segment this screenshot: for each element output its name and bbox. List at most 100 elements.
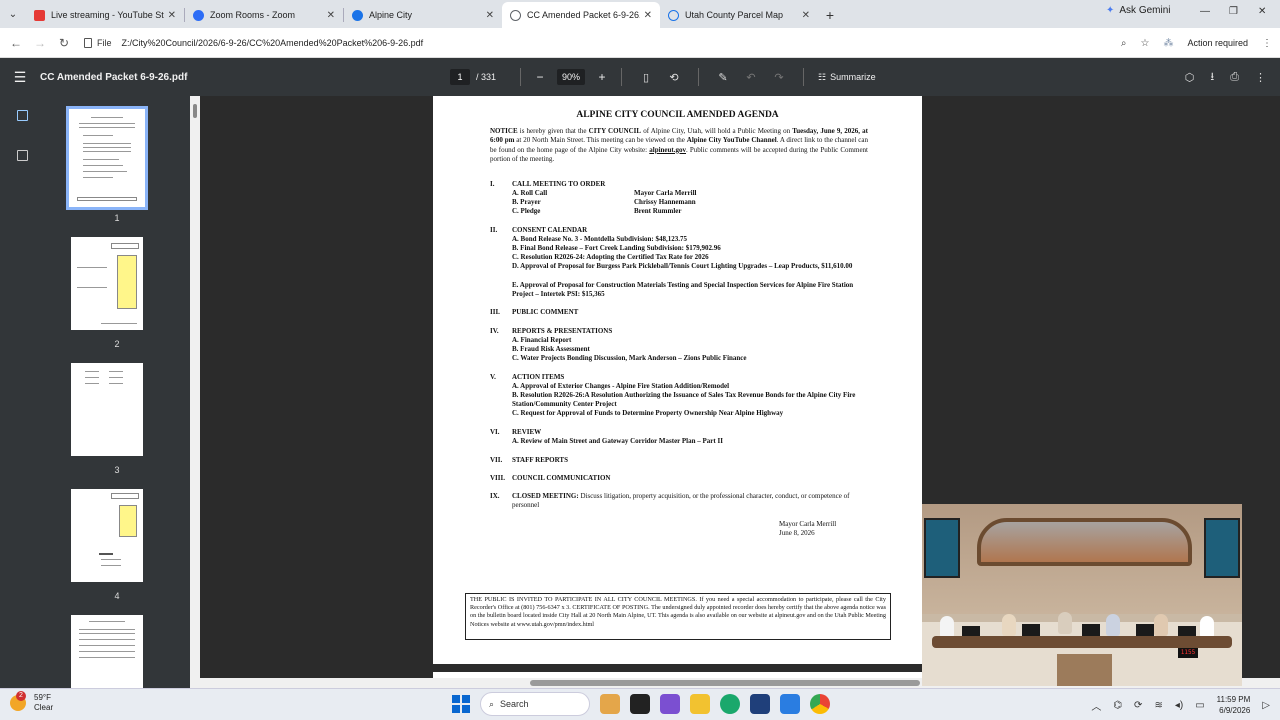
- undo-icon[interactable]: ↶: [741, 71, 761, 84]
- notice-link[interactable]: alpineut.gov: [649, 146, 686, 154]
- address-bar[interactable]: Z:/City%20Council/2026/6-9-26/CC%20Amend…: [122, 38, 424, 48]
- led-clock: 1155: [1178, 648, 1198, 658]
- sun-icon: 2: [10, 691, 26, 711]
- action-required-button[interactable]: Action required: [1187, 38, 1248, 48]
- clock-date: 6/9/2026: [1219, 706, 1251, 715]
- tab-cc-amended-packet[interactable]: CC Amended Packet 6-9-26.pdf ✕: [502, 2, 660, 28]
- wifi-icon[interactable]: ≋: [1154, 700, 1162, 711]
- section-number: VII.: [490, 456, 503, 464]
- notice-text: NOTICE: [490, 127, 518, 135]
- sidebar-rail: [0, 96, 44, 688]
- summarize-button[interactable]: ☷ Summarize: [818, 72, 876, 83]
- copilot-app-icon[interactable]: [660, 694, 680, 714]
- tab-search-dropdown-icon[interactable]: ⌄: [0, 0, 26, 28]
- download-icon[interactable]: ⭳: [1210, 68, 1214, 87]
- more-menu-icon[interactable]: ⋮: [1262, 38, 1272, 49]
- zoom-magnifier-icon[interactable]: ⌕: [1121, 38, 1127, 49]
- thumbnail-number: 2: [114, 339, 120, 349]
- file-explorer-icon[interactable]: [690, 694, 710, 714]
- page-number-input[interactable]: 1: [450, 69, 470, 85]
- back-arrow-icon[interactable]: ←: [4, 36, 28, 50]
- site-info-chip[interactable]: File: [84, 37, 112, 48]
- minimize-icon[interactable]: —: [1200, 6, 1210, 17]
- close-tab-icon[interactable]: ✕: [486, 10, 494, 21]
- restore-icon[interactable]: ❐: [1229, 6, 1238, 17]
- close-tab-icon[interactable]: ✕: [327, 10, 335, 21]
- close-tab-icon[interactable]: ✕: [168, 10, 176, 21]
- section-number: VIII.: [490, 474, 505, 482]
- sync-icon[interactable]: ⟳: [1134, 700, 1142, 711]
- widgets-app-icon[interactable]: [600, 694, 620, 714]
- system-clock[interactable]: 11:59 PM 6/9/2026: [1217, 694, 1251, 716]
- close-tab-icon[interactable]: ✕: [802, 10, 810, 21]
- battery-icon[interactable]: ▭: [1195, 700, 1204, 711]
- closed-meeting-text: CLOSED MEETING: Discuss litigation, prop…: [512, 492, 868, 510]
- page-thumbnail[interactable]: [71, 237, 143, 330]
- zoom-level-input[interactable]: 90%: [557, 69, 586, 85]
- section-title: CALL MEETING TO ORDER: [512, 180, 606, 188]
- thumbnail-view-icon[interactable]: [17, 110, 28, 121]
- tab-zoom-rooms[interactable]: Zoom Rooms - Zoom ✕: [185, 2, 343, 28]
- fit-page-icon[interactable]: ▯: [636, 71, 656, 84]
- page-thumbnail[interactable]: [71, 363, 143, 456]
- chrome-browser-icon[interactable]: [810, 694, 830, 714]
- alpine-city-icon: [352, 9, 363, 21]
- globe-icon: [668, 9, 679, 21]
- redo-icon[interactable]: ↷: [769, 71, 789, 84]
- outlook-app-icon[interactable]: [780, 694, 800, 714]
- section-number: VI.: [490, 428, 500, 436]
- agenda-title: ALPINE CITY COUNCIL AMENDED AGENDA: [576, 110, 779, 120]
- pdf-more-icon[interactable]: ⋮: [1255, 71, 1266, 84]
- sidebar-scrollbar[interactable]: [190, 96, 200, 688]
- zoom-out-button[interactable]: −: [531, 70, 549, 84]
- agenda-item: D. Approval of Proposal for Burgess Park…: [512, 262, 853, 270]
- section-number: IV.: [490, 327, 499, 335]
- page-thumbnail[interactable]: [66, 106, 148, 210]
- chevron-up-icon[interactable]: ︿: [1091, 698, 1101, 713]
- summarize-icon: ☷: [818, 71, 827, 82]
- rotate-icon[interactable]: ⟲: [664, 71, 684, 84]
- tab-alpine-city[interactable]: Alpine City ✕: [344, 2, 502, 28]
- store-app-icon[interactable]: [750, 694, 770, 714]
- close-window-icon[interactable]: ✕: [1258, 6, 1266, 17]
- forward-arrow-icon[interactable]: →: [28, 36, 52, 50]
- edge-browser-icon[interactable]: [720, 694, 740, 714]
- outline-view-icon[interactable]: [17, 150, 28, 161]
- menu-hamburger-icon[interactable]: ☰: [0, 69, 40, 86]
- page-thumbnail[interactable]: [71, 489, 143, 582]
- browser-toolbar: ← → ↻ File Z:/City%20Council/2026/6-9-26…: [0, 28, 1280, 58]
- zoom-in-button[interactable]: +: [593, 70, 611, 84]
- close-tab-icon[interactable]: ✕: [644, 10, 652, 21]
- weather-condition: Clear: [34, 703, 54, 712]
- ask-gemini-button[interactable]: ✦ Ask Gemini: [1106, 5, 1171, 16]
- scrollbar-thumb[interactable]: [193, 104, 197, 118]
- new-tab-button[interactable]: +: [818, 2, 842, 28]
- weather-widget[interactable]: 2 59°F Clear: [10, 691, 54, 713]
- reload-icon[interactable]: ↻: [52, 36, 76, 50]
- notice-text: of Alpine City, Utah, will hold a Public…: [641, 127, 793, 135]
- taskbar-search[interactable]: ⌕ Search: [480, 692, 590, 716]
- display-screen: [924, 518, 960, 578]
- print-icon[interactable]: ⎙: [1230, 71, 1239, 84]
- section-title: REVIEW: [512, 428, 542, 436]
- tab-utah-county-parcel-map[interactable]: Utah County Parcel Map ✕: [660, 2, 818, 28]
- toolbar-divider: [803, 68, 805, 86]
- weather-temp: 59°F: [34, 693, 51, 702]
- extension-icon[interactable]: ⁂: [1163, 38, 1173, 49]
- network-icon[interactable]: ⌬: [1113, 700, 1122, 711]
- section-number: I.: [490, 180, 495, 188]
- council-member: [1106, 614, 1120, 636]
- tab-youtube-studio[interactable]: Live streaming - YouTube Studi ✕: [26, 2, 184, 28]
- draw-annotate-icon[interactable]: ✎: [713, 71, 733, 84]
- section-title: COUNCIL COMMUNICATION: [512, 474, 611, 482]
- page-thumbnail[interactable]: [71, 615, 143, 688]
- task-view-icon[interactable]: [630, 694, 650, 714]
- windows-start-icon[interactable]: [452, 695, 470, 713]
- agenda-item: A. Approval of Exterior Changes - Alpine…: [512, 382, 730, 390]
- volume-icon[interactable]: ◂): [1175, 700, 1183, 711]
- scrollbar-thumb[interactable]: [530, 680, 920, 686]
- save-drive-icon[interactable]: ⬡: [1185, 71, 1195, 84]
- notifications-icon[interactable]: ▷: [1262, 700, 1270, 711]
- thumbnail-number: 1: [114, 213, 120, 223]
- bookmark-star-icon[interactable]: ☆: [1140, 38, 1149, 49]
